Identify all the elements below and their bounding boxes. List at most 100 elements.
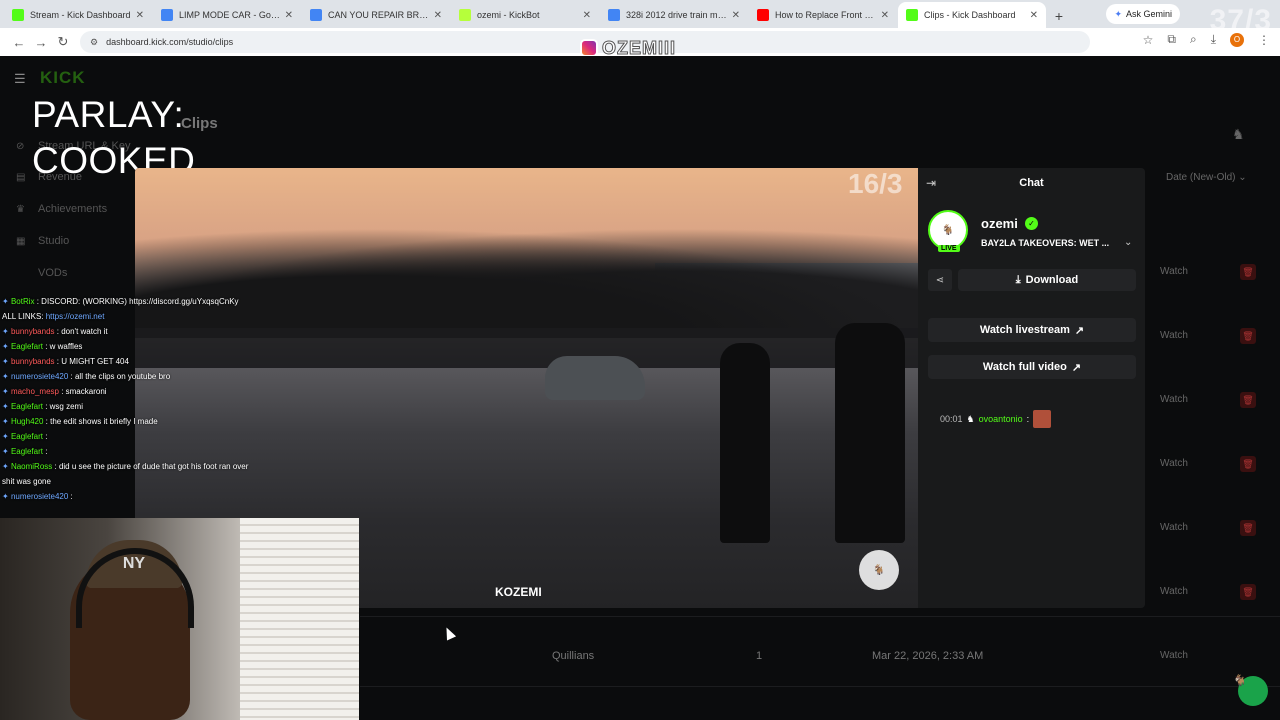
chat-badge-icon: ✦ <box>2 357 11 366</box>
overlay-chat-username: Eaglefart <box>10 402 43 411</box>
goat-corner-logo-icon: 🐐 <box>1233 674 1247 687</box>
new-tab-button[interactable]: + <box>1047 4 1071 28</box>
forward-icon[interactable]: → <box>30 35 52 50</box>
ask-gemini-button[interactable]: ✦ Ask Gemini <box>1106 4 1180 24</box>
watch-button[interactable]: Watch <box>1160 522 1188 533</box>
overlay-chat-line: ✦ Eaglefart : w waffles <box>2 339 292 354</box>
goat-avatar-icon[interactable]: ♞ <box>1232 126 1245 143</box>
overlay-chat-line: ✦ numerosiete420 : <box>2 489 292 504</box>
browser-tab[interactable]: LIMP MODE CAR - Google Se ✕ <box>153 2 301 28</box>
browser-tab[interactable]: ozemi - KickBot ✕ <box>451 2 599 28</box>
overlay-chat-text: : <box>42 447 48 456</box>
instagram-icon <box>580 39 598 57</box>
hamburger-icon[interactable]: ☰ <box>14 71 26 87</box>
browser-tab[interactable]: 328i 2012 drive train malfun ✕ <box>600 2 748 28</box>
watch-livestream-label: Watch livestream <box>979 324 1070 336</box>
delete-icon[interactable]: 🗑 <box>1240 520 1256 536</box>
browser-tab[interactable]: Stream - Kick Dashboard ✕ <box>4 2 152 28</box>
chat-badge-icon: ✦ <box>2 342 11 351</box>
sidebar-item-studio[interactable]: ▦ Studio <box>16 235 69 247</box>
clip-date-cell: Mar 22, 2026, 2:33 AM <box>872 650 984 662</box>
sidebar-item-vods[interactable]: VODs <box>38 267 67 279</box>
overlay-chat-text: : all the clips on youtube bro <box>68 372 171 381</box>
delete-icon[interactable]: 🗑 <box>1240 392 1256 408</box>
chat-badge-icon: ✦ <box>2 432 11 441</box>
sidebar-item-achievements[interactable]: ♛ Achievements <box>16 203 107 215</box>
tab-title: 328i 2012 drive train malfun <box>626 10 728 20</box>
delete-icon[interactable]: 🗑 <box>1240 328 1256 344</box>
reload-icon[interactable]: ↻ <box>52 34 74 50</box>
tab-title: Stream - Kick Dashboard <box>30 10 131 20</box>
instagram-overlay: OZEMIII <box>580 37 676 58</box>
chat-badge-icon: ✦ <box>2 327 11 336</box>
overlay-chat-line: ✦ Eaglefart : <box>2 444 292 459</box>
close-tab-icon[interactable]: ✕ <box>136 10 144 21</box>
watch-button[interactable]: Watch <box>1160 330 1188 341</box>
overlay-chat-text: : wsg zemi <box>42 402 83 411</box>
downloads-icon[interactable]: ⤓ <box>1211 32 1216 47</box>
close-tab-icon[interactable]: ✕ <box>881 10 889 21</box>
overlay-chat-line: ✦ numerosiete420 : all the clips on yout… <box>2 369 292 384</box>
close-tab-icon[interactable]: ✕ <box>1030 10 1038 21</box>
menu-dots-icon[interactable]: ⋮ <box>1258 33 1270 47</box>
close-tab-icon[interactable]: ✕ <box>434 10 442 21</box>
chevron-down-icon[interactable]: ⌄ <box>1124 237 1132 248</box>
back-icon[interactable]: ← <box>8 35 30 50</box>
chat-badge-icon: ✦ <box>2 492 11 501</box>
overlay-chat-text: : w waffles <box>42 342 83 351</box>
external-link-icon: ↗ <box>1071 361 1082 374</box>
tab-title: CAN YOU REPAIR BRAKE PAD <box>328 10 430 20</box>
overlay-chat-username: Eaglefart <box>10 432 43 441</box>
sidebar-item-label: Studio <box>38 235 70 247</box>
chat-username[interactable]: ovoantonio <box>979 414 1023 424</box>
watch-button[interactable]: Watch <box>1160 650 1188 661</box>
overlay-chat-text: : U MIGHT GET 404 <box>54 357 129 366</box>
watch-button[interactable]: Watch <box>1160 586 1188 597</box>
overlay-chat-username: bunnybands <box>10 357 55 366</box>
watch-button[interactable]: Watch <box>1160 458 1188 469</box>
chat-text: : <box>1026 414 1030 424</box>
overlay-chat-line: shit was gone <box>2 474 292 489</box>
video-watermark: KOZEMI <box>495 585 542 599</box>
overlay-chat-text: : don't watch it <box>54 327 108 336</box>
watch-button[interactable]: Watch <box>1160 394 1188 405</box>
tab-title: LIMP MODE CAR - Google Se <box>179 10 281 20</box>
overlay-chat-username: Hugh420 <box>10 417 44 426</box>
browser-tab[interactable]: How to Replace Front Brake ✕ <box>749 2 897 28</box>
sort-label: Date (New-Old) <box>1166 172 1236 183</box>
watch-livestream-button[interactable]: Watch livestream ↗ <box>928 318 1136 342</box>
delete-icon[interactable]: 🗑 <box>1240 456 1256 472</box>
download-button[interactable]: ⤓ Download <box>958 269 1136 291</box>
chat-title: Chat <box>1019 177 1044 189</box>
sort-dropdown[interactable]: Date (New-Old) ⌄ <box>1166 172 1247 183</box>
watch-button[interactable]: Watch <box>1160 266 1188 277</box>
chat-badge-icon: ✦ <box>2 372 11 381</box>
close-tab-icon[interactable]: ✕ <box>583 10 591 21</box>
chat-badge-icon: ✦ <box>2 402 11 411</box>
tab-title: ozemi - KickBot <box>477 10 540 20</box>
extensions-icon[interactable]: ⧉ <box>1167 32 1176 47</box>
overlay-chat-line: ✦ macho_mesp : smackaroni <box>2 384 292 399</box>
channel-avatar[interactable]: 🐐 <box>928 210 968 250</box>
overlay-chat-text: shit was gone <box>2 477 51 486</box>
clip-title-cell: Quillians <box>552 650 595 662</box>
channel-name[interactable]: ozemi <box>981 216 1018 231</box>
browser-tab[interactable]: CAN YOU REPAIR BRAKE PAD ✕ <box>302 2 450 28</box>
overlay-chat-username: Eaglefart <box>10 447 43 456</box>
delete-icon[interactable]: 🗑 <box>1240 584 1256 600</box>
close-tab-icon[interactable]: ✕ <box>732 10 740 21</box>
verified-icon: ✓ <box>1025 217 1038 230</box>
watch-full-video-button[interactable]: Watch full video ↗ <box>928 355 1136 379</box>
clip-side-panel: ⇥ Chat 🐐 LIVE ozemi ✓ BAY2LA TAKEOVERS: … <box>918 168 1145 608</box>
delete-icon[interactable]: 🗑 <box>1240 264 1256 280</box>
bookmark-star-icon[interactable]: ☆ <box>1143 33 1154 47</box>
close-tab-icon[interactable]: ✕ <box>285 10 293 21</box>
search-lens-icon[interactable]: ⌕ <box>1190 32 1197 47</box>
share-icon: ⋖ <box>935 274 945 286</box>
share-button[interactable]: ⋖ <box>928 269 952 291</box>
browser-tab[interactable]: Clips - Kick Dashboard ✕ <box>898 2 1046 28</box>
profile-avatar[interactable]: O <box>1230 32 1244 47</box>
site-info-icon[interactable]: ⚙ <box>90 37 98 48</box>
overlay-chat-text: ALL LINKS: <box>2 312 46 321</box>
overlay-chat-line: ✦ NaomiRoss : did u see the picture of d… <box>2 459 292 474</box>
